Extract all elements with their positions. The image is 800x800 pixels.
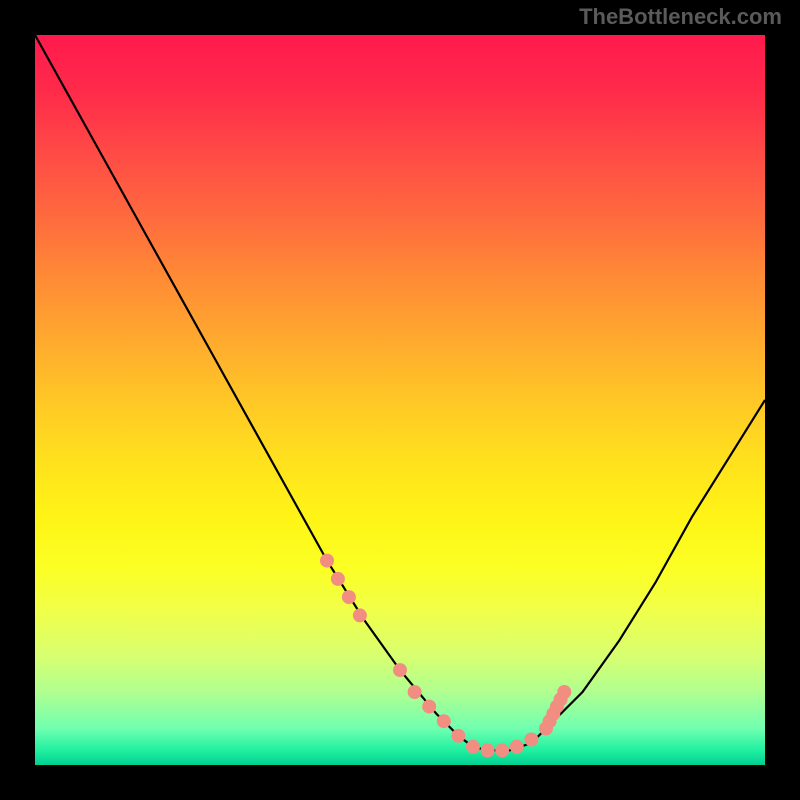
marker-dot — [524, 733, 538, 747]
marker-dot — [466, 740, 480, 754]
marker-dot — [408, 685, 422, 699]
marker-dot — [393, 663, 407, 677]
marker-dot — [510, 740, 524, 754]
marker-dot — [331, 572, 345, 586]
marker-dot — [451, 729, 465, 743]
marker-dot — [422, 700, 436, 714]
marker-dot — [353, 608, 367, 622]
marker-dot — [320, 554, 334, 568]
marker-dot — [481, 743, 495, 757]
marker-dot — [437, 714, 451, 728]
plot-area — [35, 35, 765, 765]
marker-dot — [557, 685, 571, 699]
marker-dots — [320, 554, 571, 758]
marker-dot — [495, 743, 509, 757]
curve-line — [35, 35, 765, 750]
marker-dot — [342, 590, 356, 604]
chart-svg — [35, 35, 765, 765]
watermark-text: TheBottleneck.com — [579, 4, 782, 30]
